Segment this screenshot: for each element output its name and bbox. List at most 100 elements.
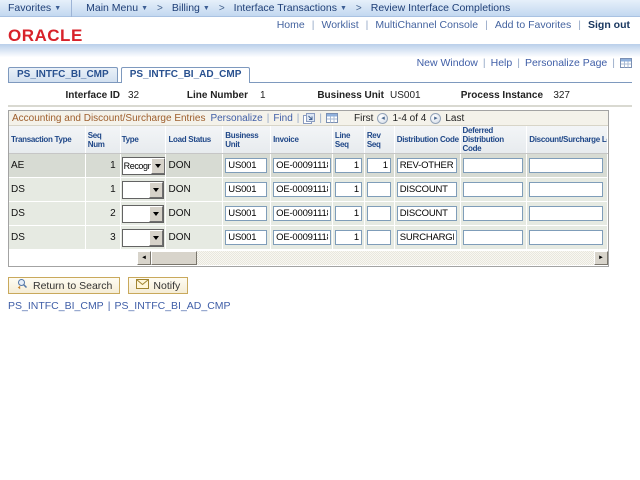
worklist-link[interactable]: Worklist <box>321 19 358 31</box>
rev-seq-input[interactable] <box>367 158 391 173</box>
personalize-grid-link[interactable]: Personalize <box>210 113 262 124</box>
type-dropdown-value <box>123 182 150 198</box>
footer-link-ps-intfc-bi-cmp[interactable]: PS_INTFC_BI_CMP <box>8 300 104 312</box>
distribution-code-input[interactable] <box>397 182 457 197</box>
page-grid-icon[interactable] <box>620 58 632 68</box>
help-link[interactable]: Help <box>491 57 513 69</box>
tab-ps-intfc-bi-ad-cmp[interactable]: PS_INTFC_BI_AD_CMP <box>121 67 251 83</box>
multichannel-console-link[interactable]: MultiChannel Console <box>375 19 478 31</box>
deferred-distribution-code-input[interactable] <box>463 230 523 245</box>
pager-next-icon[interactable]: ▸ <box>430 113 441 124</box>
cell-load-status: DON <box>166 226 223 250</box>
chevron-down-icon: ▼ <box>141 5 148 12</box>
cell-load-status: DON <box>166 178 223 202</box>
cell-seq-num: 1 <box>86 178 121 202</box>
invoice-input[interactable] <box>273 206 331 221</box>
deferred-distribution-code-input[interactable] <box>463 182 523 197</box>
discount-surcharge-level-input[interactable] <box>529 206 603 221</box>
rev-seq-input[interactable] <box>367 230 391 245</box>
link-separator: | <box>485 19 488 31</box>
cell-seq-num: 3 <box>86 226 121 250</box>
footer-link-ps-intfc-bi-ad-cmp[interactable]: PS_INTFC_BI_AD_CMP <box>114 300 230 312</box>
personalize-page-link[interactable]: Personalize Page <box>525 57 607 69</box>
link-separator: | <box>312 19 315 31</box>
horizontal-scrollbar[interactable]: ◄ ► <box>137 251 608 265</box>
cell-business-unit <box>223 202 271 226</box>
chevron-down-icon[interactable] <box>149 230 163 246</box>
breadcrumb-item-interface-transactions[interactable]: Interface Transactions ▼ <box>228 2 353 14</box>
scrollbar-track[interactable] <box>197 251 594 265</box>
favorites-label: Favorites <box>8 2 51 14</box>
cell-business-unit <box>223 226 271 250</box>
deferred-distribution-code-input[interactable] <box>463 158 523 173</box>
cell-load-status: DON <box>166 154 223 178</box>
invoice-input[interactable] <box>273 230 331 245</box>
oracle-logo: ORACLE <box>8 26 83 46</box>
breadcrumb-item-main-menu[interactable]: Main Menu ▼ <box>80 2 154 14</box>
distribution-code-input[interactable] <box>397 158 457 173</box>
discount-surcharge-level-input[interactable] <box>529 182 603 197</box>
business-unit-input[interactable] <box>225 206 267 221</box>
view-all-popup-icon[interactable] <box>303 113 315 124</box>
business-unit-input[interactable] <box>225 230 267 245</box>
return-to-search-button[interactable]: Return to Search <box>8 277 120 294</box>
link-separator: | <box>267 113 270 124</box>
table-row: AE 1 Recogniz DON <box>9 154 608 178</box>
business-unit-input[interactable] <box>225 158 267 173</box>
type-dropdown[interactable]: Recogniz <box>122 157 166 175</box>
breadcrumb-separator: > <box>356 3 362 14</box>
line-seq-input[interactable] <box>335 182 362 197</box>
find-link[interactable]: Find <box>273 113 292 124</box>
scroll-left-icon[interactable]: ◄ <box>137 251 151 265</box>
type-dropdown[interactable] <box>122 205 165 223</box>
col-line-seq: Line Seq <box>333 126 365 153</box>
pager-prev-icon[interactable]: ◂ <box>377 113 388 124</box>
grid-header-bar: Accounting and Discount/Surcharge Entrie… <box>9 111 608 126</box>
discount-surcharge-level-input[interactable] <box>529 230 603 245</box>
download-grid-icon[interactable] <box>326 113 338 123</box>
cell-distribution-code <box>395 202 461 226</box>
distribution-code-input[interactable] <box>397 230 457 245</box>
cell-deferred-distribution-code <box>461 178 528 202</box>
rev-seq-input[interactable] <box>367 182 391 197</box>
line-seq-input[interactable] <box>335 206 362 221</box>
business-unit-label: Business Unit <box>312 90 384 101</box>
breadcrumb-item-current-page: Review Interface Completions <box>365 2 516 14</box>
breadcrumb-item-billing[interactable]: Billing ▼ <box>166 2 216 14</box>
chevron-down-icon[interactable] <box>149 206 163 222</box>
invoice-input[interactable] <box>273 182 331 197</box>
line-seq-input[interactable] <box>335 230 362 245</box>
toolbar: Return to Search Notify <box>8 277 188 294</box>
notify-button[interactable]: Notify <box>128 277 188 294</box>
rev-seq-input[interactable] <box>367 206 391 221</box>
discount-surcharge-level-input[interactable] <box>529 158 603 173</box>
new-window-link[interactable]: New Window <box>417 57 478 69</box>
line-number-label: Line Number <box>176 90 248 101</box>
cell-invoice <box>271 202 333 226</box>
home-link[interactable]: Home <box>277 19 305 31</box>
chevron-down-icon[interactable] <box>149 182 163 198</box>
table-row: DS 3 DON <box>9 226 608 250</box>
line-seq-input[interactable] <box>335 158 362 173</box>
deferred-distribution-code-input[interactable] <box>463 206 523 221</box>
invoice-input[interactable] <box>273 158 331 173</box>
key-fields: Interface ID 32 Line Number 1 Business U… <box>0 90 640 104</box>
type-dropdown[interactable] <box>122 229 165 247</box>
sign-out-link[interactable]: Sign out <box>588 19 630 31</box>
add-to-favorites-link[interactable]: Add to Favorites <box>495 19 571 31</box>
tab-ps-intfc-bi-cmp[interactable]: PS_INTFC_BI_CMP <box>8 67 118 82</box>
favorites-menu[interactable]: Favorites ▼ <box>0 2 71 14</box>
pager-last-label: Last <box>445 113 464 124</box>
envelope-icon <box>136 279 149 292</box>
breadcrumb-separator: > <box>219 3 225 14</box>
scroll-right-icon[interactable]: ► <box>594 251 608 265</box>
process-instance-label: Process Instance <box>455 90 543 101</box>
cell-type: Recogniz <box>121 154 167 178</box>
link-separator: | <box>319 113 322 124</box>
distribution-code-input[interactable] <box>397 206 457 221</box>
scrollbar-thumb[interactable] <box>151 251 197 265</box>
type-dropdown[interactable] <box>122 181 165 199</box>
chevron-down-icon[interactable] <box>151 158 165 174</box>
cell-type <box>121 226 167 250</box>
business-unit-input[interactable] <box>225 182 267 197</box>
